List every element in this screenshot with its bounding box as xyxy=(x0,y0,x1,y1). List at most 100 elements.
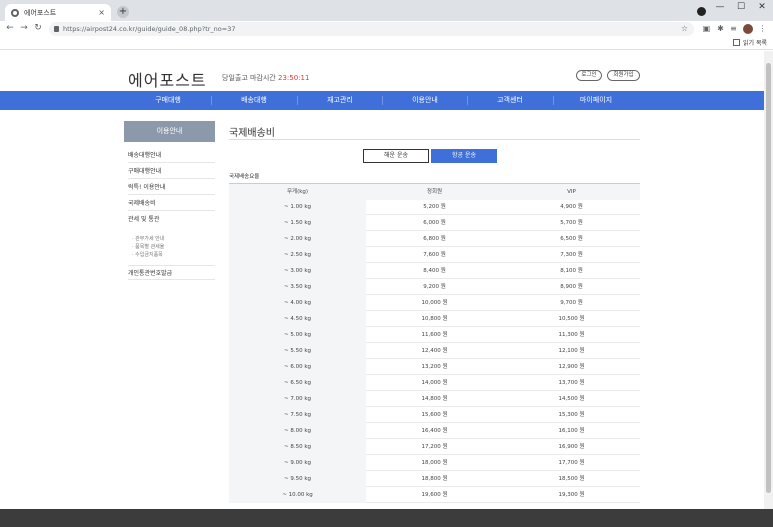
weight-cell: ~ 1.00 kg xyxy=(229,199,366,215)
vip-price-cell: 16,100 원 xyxy=(558,428,585,434)
member-price-cell: 14,800 원 xyxy=(421,396,448,402)
table-row: ~ 3.00 kg 8,400 원 8,100 원 xyxy=(229,263,640,279)
weight-cell: ~ 8.00 kg xyxy=(229,423,366,439)
member-price-cell: 18,000 원 xyxy=(421,460,448,466)
table-row: ~ 5.50 kg 12,400 원 12,100 원 xyxy=(229,343,640,359)
vip-price-cell: 18,500 원 xyxy=(558,476,585,482)
weight-cell: ~ 2.00 kg xyxy=(229,231,366,247)
table-row: ~ 5.00 kg 11,600 원 11,300 원 xyxy=(229,327,640,343)
main-nav: 구매대행 배송대행 재고관리 이용안내 고객센터 마이페이지 xyxy=(0,91,764,110)
shipping-rate-table: 무게(kg) 정회원 VIP ~ 1.00 kg 5,200 원 4,900 원 ~ … xyxy=(229,183,640,503)
deadline-label: 당일출고 마감시간 xyxy=(222,74,276,82)
sidebar-subitem-prohibited[interactable]: · 수입금지품목 xyxy=(132,251,163,258)
tab-sea-shipping[interactable]: 해운 운송 xyxy=(363,149,429,163)
minimize-button[interactable]: — xyxy=(712,2,728,12)
member-price-cell: 12,400 원 xyxy=(421,348,448,354)
table-caption: 국제배송요율 xyxy=(229,174,260,180)
signup-button[interactable]: 회원가입 xyxy=(607,70,640,81)
nav-item-purchase[interactable]: 구매대행 xyxy=(125,91,211,110)
sidebar-item-special-guide[interactable]: 럭특! 이용안내 xyxy=(128,180,215,195)
lock-icon xyxy=(54,26,59,32)
table-row: ~ 3.50 kg 9,200 원 8,900 원 xyxy=(229,279,640,295)
nav-item-guide[interactable]: 이용안내 xyxy=(382,91,468,110)
member-price-cell: 6,800 원 xyxy=(423,236,446,242)
weight-cell: ~ 4.50 kg xyxy=(229,311,366,327)
reload-button[interactable]: ↻ xyxy=(32,23,44,33)
chrome-profile-icon[interactable] xyxy=(697,7,706,16)
login-button[interactable]: 로그인 xyxy=(576,70,602,81)
nav-item-support[interactable]: 고객센터 xyxy=(467,91,553,110)
weight-cell: ~ 1.50 kg xyxy=(229,215,366,231)
table-row: ~ 6.00 kg 13,200 원 12,900 원 xyxy=(229,359,640,375)
forward-button[interactable]: → xyxy=(18,23,30,33)
table-row: ~ 9.50 kg 18,800 원 18,500 원 xyxy=(229,471,640,487)
sidebar-item-intl-shipping[interactable]: 국제배송비 xyxy=(128,196,215,211)
weight-cell: ~ 8.50 kg xyxy=(229,439,366,455)
sidebar-item-purchase-guide[interactable]: 구매대행안내 xyxy=(128,164,215,179)
site-logo[interactable]: 에어포스트 xyxy=(128,67,207,91)
weight-cell: ~ 3.00 kg xyxy=(229,263,366,279)
browser-tab[interactable]: 에어포스트 × xyxy=(5,4,111,21)
tab-close-icon[interactable]: × xyxy=(98,8,105,17)
vip-price-cell: 8,900 원 xyxy=(560,284,583,290)
close-window-button[interactable]: ✕ xyxy=(754,2,770,12)
weight-cell: ~ 10.00 kg xyxy=(229,487,366,503)
page-scrollbar[interactable] xyxy=(764,51,773,509)
vip-price-cell: 11,300 원 xyxy=(558,332,585,338)
deadline-time: 23:50:11 xyxy=(277,74,310,82)
vip-price-cell: 12,100 원 xyxy=(558,348,585,354)
table-row: ~ 8.50 kg 17,200 원 16,900 원 xyxy=(229,439,640,455)
sidebar-title: 이용안내 xyxy=(124,121,215,142)
user-avatar[interactable] xyxy=(743,24,753,34)
new-tab-button[interactable]: + xyxy=(117,6,129,18)
weight-cell: ~ 7.50 kg xyxy=(229,407,366,423)
vip-price-cell: 4,900 원 xyxy=(560,204,583,210)
scrollbar-thumb[interactable] xyxy=(766,63,771,493)
table-row: ~ 7.00 kg 14,800 원 14,500 원 xyxy=(229,391,640,407)
table-row: ~ 9.00 kg 18,000 원 17,700 원 xyxy=(229,455,640,471)
vip-price-cell: 7,300 원 xyxy=(560,252,583,258)
vip-price-cell: 12,900 원 xyxy=(558,364,585,370)
vip-price-cell: 15,300 원 xyxy=(558,412,585,418)
table-row: ~ 6.50 kg 14,000 원 13,700 원 xyxy=(229,375,640,391)
title-divider xyxy=(229,139,640,140)
nav-item-mypage[interactable]: 마이페이지 xyxy=(553,91,639,110)
sidebar-subitem-tariff[interactable]: · 품목별 관세율 xyxy=(132,243,164,250)
reading-list-button[interactable]: 읽기 목록 xyxy=(733,38,767,47)
member-price-cell: 8,400 원 xyxy=(423,268,446,274)
os-taskbar xyxy=(0,509,773,527)
nav-item-shipping[interactable]: 배송대행 xyxy=(211,91,297,110)
tab-air-shipping[interactable]: 항공 운송 xyxy=(431,149,497,163)
media-icon[interactable]: ≡ xyxy=(729,24,738,33)
extension-icon[interactable]: ▣ xyxy=(702,24,711,33)
member-price-cell: 5,200 원 xyxy=(423,204,446,210)
sidebar-item-shipping-guide[interactable]: 배송대행안내 xyxy=(128,148,215,163)
chrome-menu-icon[interactable]: ⋮ xyxy=(758,24,767,33)
header-weight: 무게(kg) xyxy=(229,184,366,200)
weight-cell: ~ 5.50 kg xyxy=(229,343,366,359)
back-button[interactable]: ← xyxy=(4,23,16,33)
url-text: https://airpost24.co.kr/guide/guide_08.p… xyxy=(63,25,236,33)
puzzle-extensions-icon[interactable]: ✱ xyxy=(716,24,725,33)
weight-cell: ~ 9.50 kg xyxy=(229,471,366,487)
vip-price-cell: 13,700 원 xyxy=(558,380,585,386)
table-row: ~ 8.00 kg 16,400 원 16,100 원 xyxy=(229,423,640,439)
sidebar-item-customs-id[interactable]: 개인통관번호발급 xyxy=(128,265,215,280)
address-bar[interactable]: https://airpost24.co.kr/guide/guide_08.p… xyxy=(49,22,694,36)
vip-price-cell: 17,700 원 xyxy=(558,460,585,466)
member-price-cell: 10,000 원 xyxy=(421,300,448,306)
vip-price-cell: 19,300 원 xyxy=(558,492,585,498)
deadline-info: 당일출고 마감시간 23:50:11 xyxy=(222,73,309,83)
sidebar-subitem-tax[interactable]: · 관부가세 안내 xyxy=(132,235,164,242)
header-member: 정회원 xyxy=(366,184,503,200)
bookmark-star-icon[interactable]: ☆ xyxy=(681,22,688,36)
vip-price-cell: 5,700 원 xyxy=(560,220,583,226)
nav-item-inventory[interactable]: 재고관리 xyxy=(297,91,383,110)
page-title: 국제배송비 xyxy=(229,128,275,139)
member-price-cell: 13,200 원 xyxy=(421,364,448,370)
header-vip: VIP xyxy=(503,184,640,200)
table-row: ~ 4.50 kg 10,800 원 10,500 원 xyxy=(229,311,640,327)
maximize-button[interactable]: ☐ xyxy=(733,2,749,12)
vip-price-cell: 8,100 원 xyxy=(560,268,583,274)
sidebar-item-customs[interactable]: 관세 및 통관 xyxy=(128,212,215,227)
